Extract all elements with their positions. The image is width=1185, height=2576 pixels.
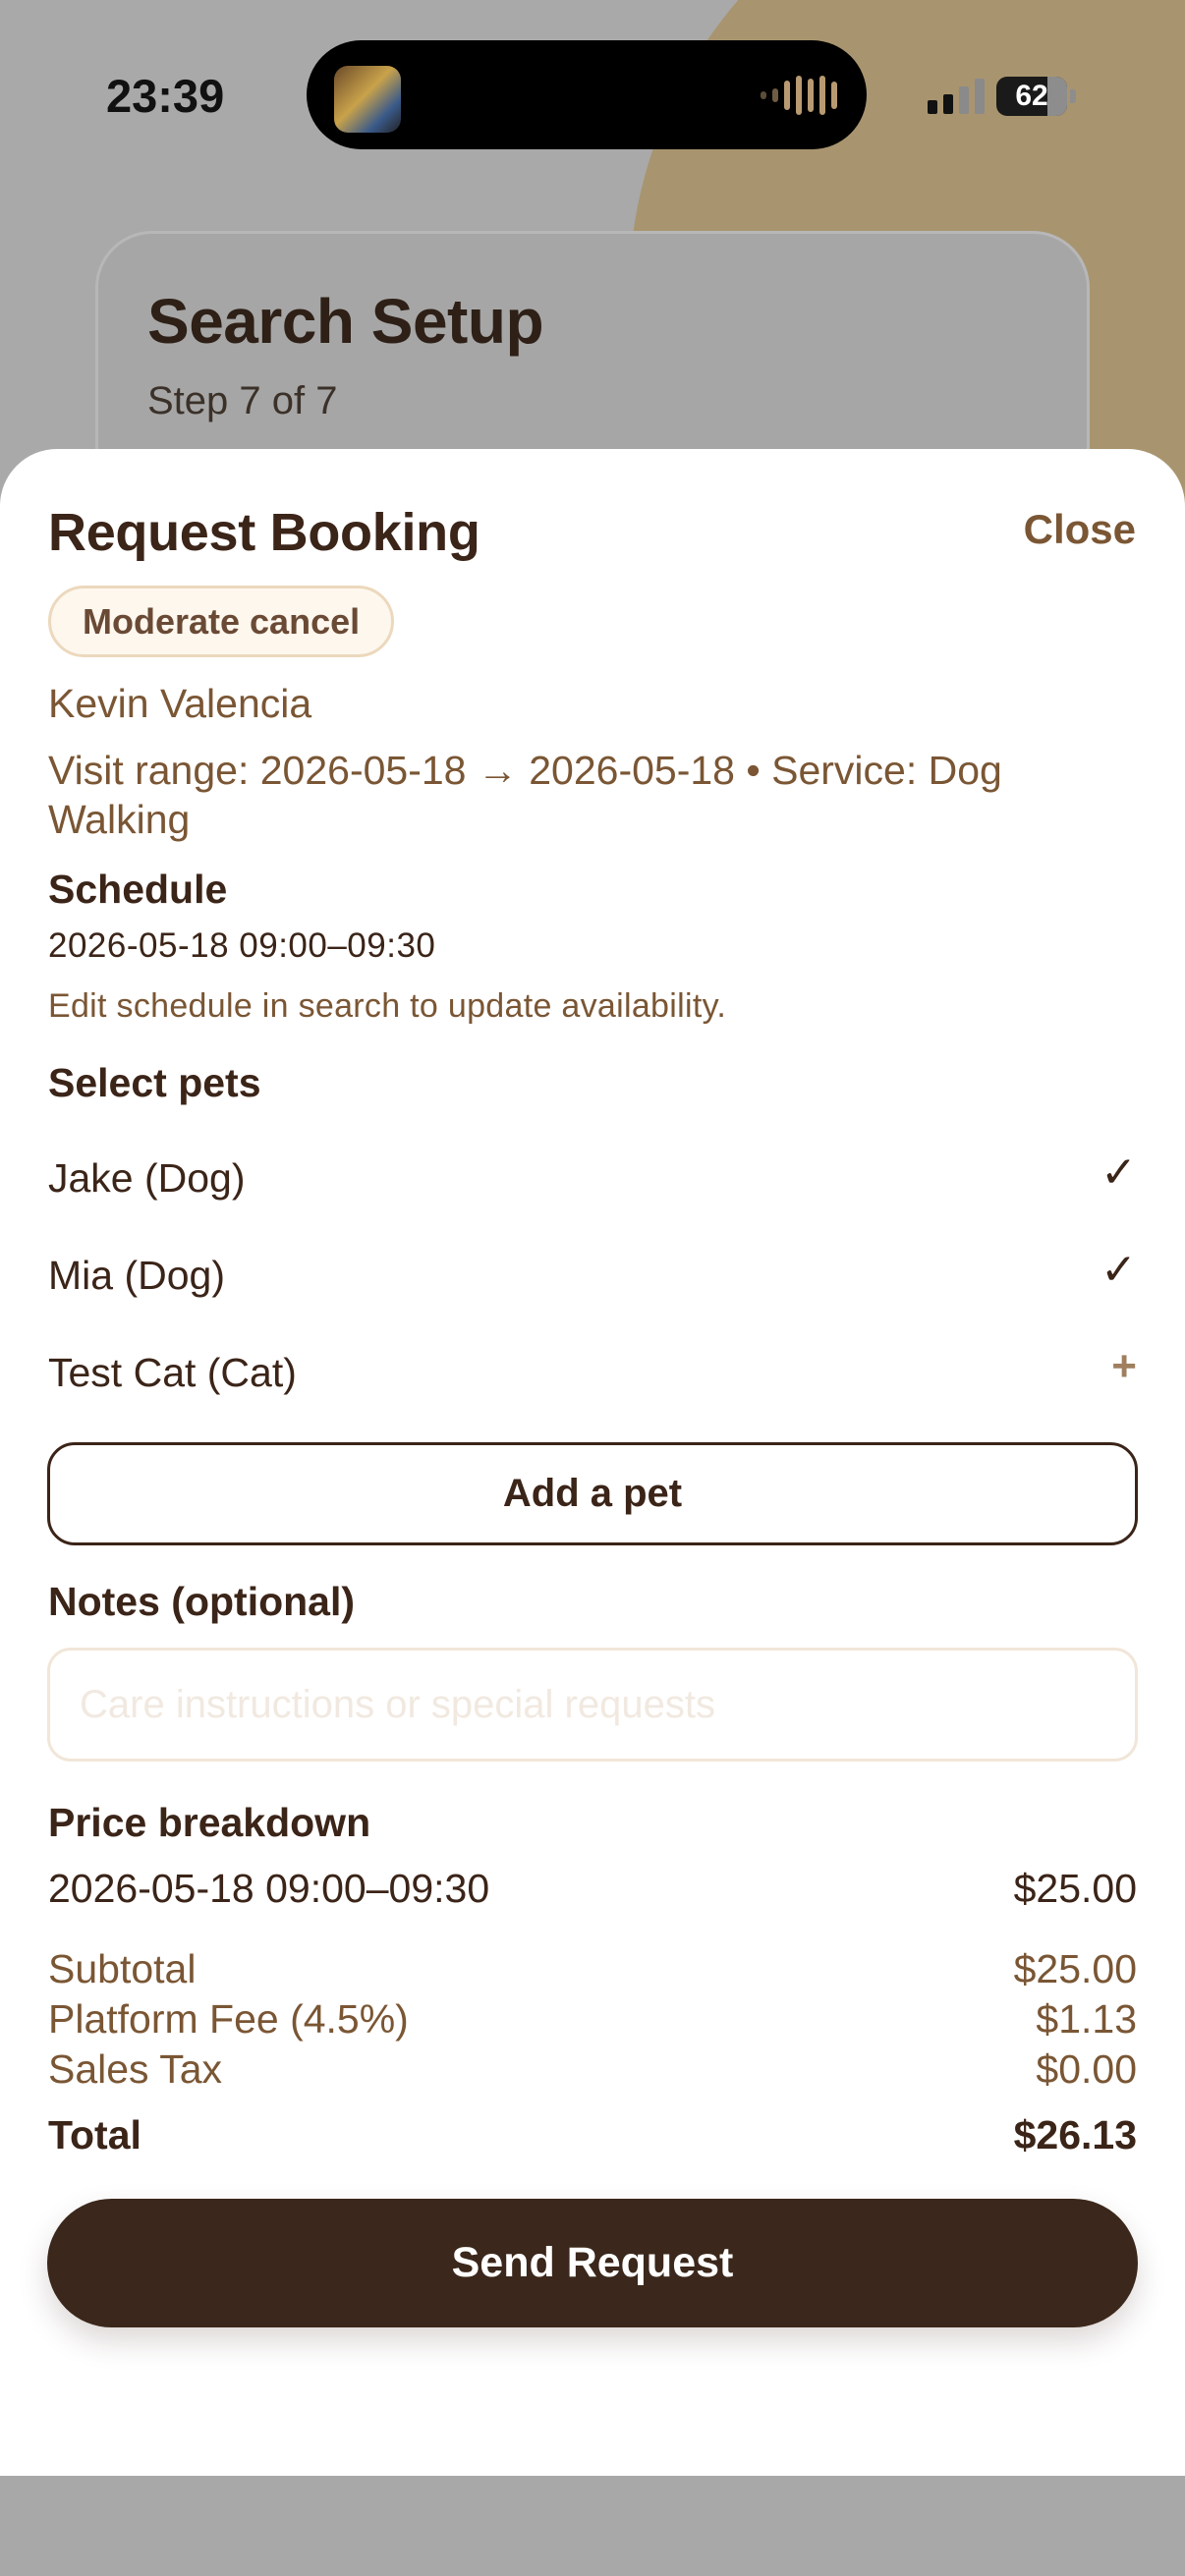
pet-label: Jake (Dog) — [48, 1155, 246, 1201]
pet-label: Test Cat (Cat) — [48, 1350, 297, 1395]
platform-fee-amount: $1.13 — [1036, 1996, 1137, 2042]
status-time: 23:39 — [106, 70, 225, 122]
close-button[interactable]: Close — [1024, 506, 1136, 553]
battery-tip-icon — [1070, 89, 1076, 103]
notes-input[interactable] — [47, 1648, 1138, 1762]
sitter-name: Kevin Valencia — [48, 681, 312, 726]
now-playing-artwork — [334, 66, 401, 133]
subtotal-label: Subtotal — [48, 1946, 197, 1991]
plus-icon: + — [1111, 1342, 1137, 1390]
cellular-signal-icon — [928, 79, 985, 114]
pet-option-test-cat[interactable]: Test Cat (Cat) + — [48, 1332, 1137, 1411]
battery-level: 62 — [1015, 80, 1048, 112]
request-booking-sheet: Request Booking Close Moderate cancel Ke… — [0, 449, 1185, 2476]
line-item-label: 2026-05-18 09:00–09:30 — [48, 1866, 490, 1911]
sheet-title: Request Booking — [48, 503, 480, 562]
sales-tax-label: Sales Tax — [48, 2046, 223, 2092]
schedule-hint: Edit schedule in search to update availa… — [48, 987, 727, 1025]
select-pets-heading: Select pets — [48, 1060, 261, 1105]
pet-option-jake[interactable]: Jake (Dog) ✓ — [48, 1138, 1137, 1216]
notes-heading: Notes (optional) — [48, 1579, 356, 1624]
pet-option-mia[interactable]: Mia (Dog) ✓ — [48, 1235, 1137, 1314]
send-request-button[interactable]: Send Request — [47, 2199, 1138, 2327]
schedule-heading: Schedule — [48, 867, 228, 912]
battery-icon: 62 — [996, 77, 1067, 116]
line-item-amount: $25.00 — [1013, 1866, 1137, 1911]
sales-tax-amount: $0.00 — [1036, 2046, 1137, 2092]
dynamic-island — [307, 40, 867, 149]
bottom-backdrop — [0, 2476, 1185, 2576]
total-label: Total — [48, 2112, 141, 2157]
platform-fee-label: Platform Fee (4.5%) — [48, 1996, 409, 2042]
schedule-slot: 2026-05-18 09:00–09:30 — [48, 926, 436, 965]
visit-range: Visit range: 2026-05-18 → 2026-05-18 • S… — [48, 748, 1002, 842]
price-breakdown-heading: Price breakdown — [48, 1800, 371, 1845]
search-setup-title: Search Setup — [147, 286, 544, 357]
cancel-policy-badge: Moderate cancel — [48, 586, 395, 657]
subtotal-amount: $25.00 — [1013, 1946, 1137, 1991]
checkmark-icon: ✓ — [1100, 1246, 1137, 1294]
total-amount: $26.13 — [1013, 2112, 1137, 2157]
audio-waveform-icon — [761, 74, 837, 117]
search-setup-step: Step 7 of 7 — [147, 379, 338, 422]
pet-label: Mia (Dog) — [48, 1253, 225, 1298]
checkmark-icon: ✓ — [1100, 1148, 1137, 1197]
add-pet-button[interactable]: Add a pet — [47, 1442, 1138, 1545]
